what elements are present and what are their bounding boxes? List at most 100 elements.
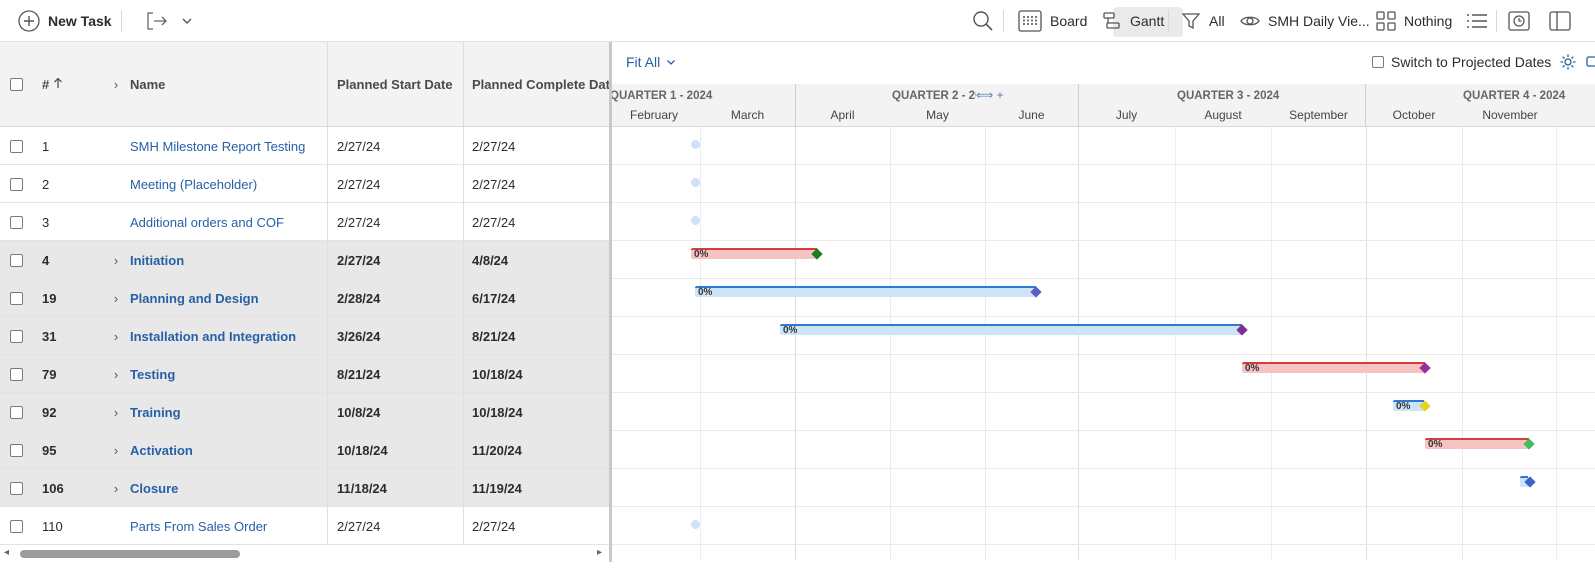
task-name-link[interactable]: Closure	[130, 481, 178, 496]
export-button[interactable]	[146, 0, 168, 42]
row-checkbox[interactable]	[9, 329, 23, 343]
table-row[interactable]: 79 › Testing 8/21/24 10/18/24	[0, 355, 610, 393]
search-button[interactable]	[972, 0, 994, 42]
gantt-bar[interactable]: 0%	[1242, 362, 1425, 374]
task-name-link[interactable]: Testing	[130, 367, 175, 382]
table-row[interactable]: 95 › Activation 10/18/24 11/20/24	[0, 431, 610, 469]
task-dot-marker[interactable]	[691, 140, 700, 149]
row-complete-date[interactable]: 2/27/24	[464, 507, 610, 545]
gantt-bar[interactable]: 0%	[695, 286, 1036, 298]
board-view-button[interactable]: Board	[1018, 0, 1087, 42]
projected-dates-checkbox[interactable]	[1372, 56, 1384, 68]
select-all-checkbox[interactable]	[9, 78, 23, 91]
grouping-button[interactable]: Nothing	[1376, 0, 1452, 42]
fit-all-dropdown[interactable]: Fit All	[626, 54, 676, 70]
task-name-link[interactable]: Planning and Design	[130, 291, 259, 306]
row-start-date[interactable]: 10/18/24	[328, 431, 464, 469]
gantt-bar[interactable]: 0%	[780, 324, 1242, 336]
column-header-complete[interactable]: Planned Complete Date	[464, 42, 610, 127]
table-row[interactable]: 19 › Planning and Design 2/28/24 6/17/24	[0, 279, 610, 317]
table-row[interactable]: 3 Additional orders and COF 2/27/24 2/27…	[0, 203, 610, 241]
scroll-left-icon[interactable]: ◂	[4, 547, 9, 558]
table-row[interactable]: 4 › Initiation 2/27/24 4/8/24	[0, 241, 610, 279]
scroll-right-icon[interactable]: ▸	[597, 547, 602, 558]
column-header-number[interactable]: #	[32, 42, 94, 127]
row-start-date[interactable]: 2/27/24	[328, 241, 464, 279]
row-complete-date[interactable]: 6/17/24	[464, 279, 610, 317]
export-dropdown[interactable]	[181, 0, 193, 42]
row-start-date[interactable]: 2/27/24	[328, 507, 464, 545]
row-complete-date[interactable]: 2/27/24	[464, 203, 610, 241]
task-name-link[interactable]: Additional orders and COF	[130, 215, 284, 230]
row-checkbox[interactable]	[9, 443, 23, 457]
table-row[interactable]: 92 › Training 10/8/24 10/18/24	[0, 393, 610, 431]
scrollbar-thumb[interactable]	[20, 550, 240, 558]
row-checkbox[interactable]	[9, 139, 23, 153]
task-name-link[interactable]: SMH Milestone Report Testing	[130, 139, 305, 154]
gantt-view-button[interactable]: Gantt	[1102, 0, 1164, 42]
timeline-button[interactable]	[1508, 0, 1530, 42]
table-row[interactable]: 31 › Installation and Integration 3/26/24…	[0, 317, 610, 355]
row-complete-date[interactable]: 4/8/24	[464, 241, 610, 279]
task-name-link[interactable]: Initiation	[130, 253, 184, 268]
task-dot-marker[interactable]	[691, 216, 700, 225]
expand-row-icon[interactable]: ›	[102, 443, 130, 458]
row-checkbox[interactable]	[9, 253, 23, 267]
gantt-bar[interactable]: 0%	[1425, 438, 1529, 450]
gantt-bar[interactable]: 0%	[691, 248, 817, 260]
list-settings-button[interactable]	[1466, 0, 1488, 42]
row-complete-date[interactable]: 8/21/24	[464, 317, 610, 355]
task-name-link[interactable]: Parts From Sales Order	[130, 519, 267, 534]
row-start-date[interactable]: 8/21/24	[328, 355, 464, 393]
expand-row-icon[interactable]: ›	[102, 253, 130, 268]
task-dot-marker[interactable]	[691, 178, 700, 187]
task-name-link[interactable]: Meeting (Placeholder)	[130, 177, 257, 192]
row-checkbox[interactable]	[9, 519, 23, 533]
row-start-date[interactable]: 11/18/24	[328, 469, 464, 507]
quarter-label: QUARTER 3 - 2024	[1177, 90, 1280, 102]
column-header-start[interactable]: Planned Start Date	[328, 42, 464, 127]
row-checkbox[interactable]	[9, 215, 23, 229]
expand-row-icon[interactable]: ›	[102, 367, 130, 382]
row-start-date[interactable]: 2/27/24	[328, 203, 464, 241]
row-checkbox[interactable]	[9, 405, 23, 419]
expand-all-icon[interactable]: ›	[102, 77, 130, 92]
expand-row-icon[interactable]: ›	[102, 291, 130, 306]
gantt-settings-button[interactable]	[1559, 53, 1577, 74]
column-header-name[interactable]: › Name	[94, 42, 328, 127]
row-start-date[interactable]: 10/8/24	[328, 393, 464, 431]
resize-column-icon[interactable]: ⟺ +	[976, 88, 1004, 102]
row-checkbox[interactable]	[9, 291, 23, 305]
gantt-print-button[interactable]	[1584, 53, 1595, 74]
grid-horizontal-scrollbar[interactable]: ◂ ▸	[0, 547, 610, 559]
new-task-button[interactable]: New Task	[18, 0, 112, 42]
task-name-link[interactable]: Activation	[130, 443, 193, 458]
table-row[interactable]: 2 Meeting (Placeholder) 2/27/24 2/27/24	[0, 165, 610, 203]
row-start-date[interactable]: 2/27/24	[328, 127, 464, 165]
row-checkbox[interactable]	[9, 177, 23, 191]
row-start-date[interactable]: 2/28/24	[328, 279, 464, 317]
row-complete-date[interactable]: 10/18/24	[464, 393, 610, 431]
table-row[interactable]: 110 Parts From Sales Order 2/27/24 2/27/…	[0, 507, 610, 545]
expand-row-icon[interactable]: ›	[102, 481, 130, 496]
expand-row-icon[interactable]: ›	[102, 405, 130, 420]
row-complete-date[interactable]: 2/27/24	[464, 165, 610, 203]
projected-dates-toggle[interactable]: Switch to Projected Dates	[1372, 54, 1551, 70]
task-dot-marker[interactable]	[691, 520, 700, 529]
row-start-date[interactable]: 3/26/24	[328, 317, 464, 355]
row-complete-date[interactable]: 2/27/24	[464, 127, 610, 165]
filter-button[interactable]: All	[1181, 0, 1225, 42]
row-complete-date[interactable]: 11/19/24	[464, 469, 610, 507]
table-row[interactable]: 106 › Closure 11/18/24 11/19/24	[0, 469, 610, 507]
row-complete-date[interactable]: 10/18/24	[464, 355, 610, 393]
view-selector-button[interactable]: SMH Daily Vie...	[1240, 0, 1370, 42]
task-name-link[interactable]: Installation and Integration	[130, 329, 296, 344]
expand-row-icon[interactable]: ›	[102, 329, 130, 344]
task-name-link[interactable]: Training	[130, 405, 181, 420]
row-start-date[interactable]: 2/27/24	[328, 165, 464, 203]
row-checkbox[interactable]	[9, 367, 23, 381]
row-checkbox[interactable]	[9, 481, 23, 495]
row-complete-date[interactable]: 11/20/24	[464, 431, 610, 469]
panel-toggle-button[interactable]	[1549, 0, 1571, 42]
table-row[interactable]: 1 SMH Milestone Report Testing 2/27/24 2…	[0, 127, 610, 165]
